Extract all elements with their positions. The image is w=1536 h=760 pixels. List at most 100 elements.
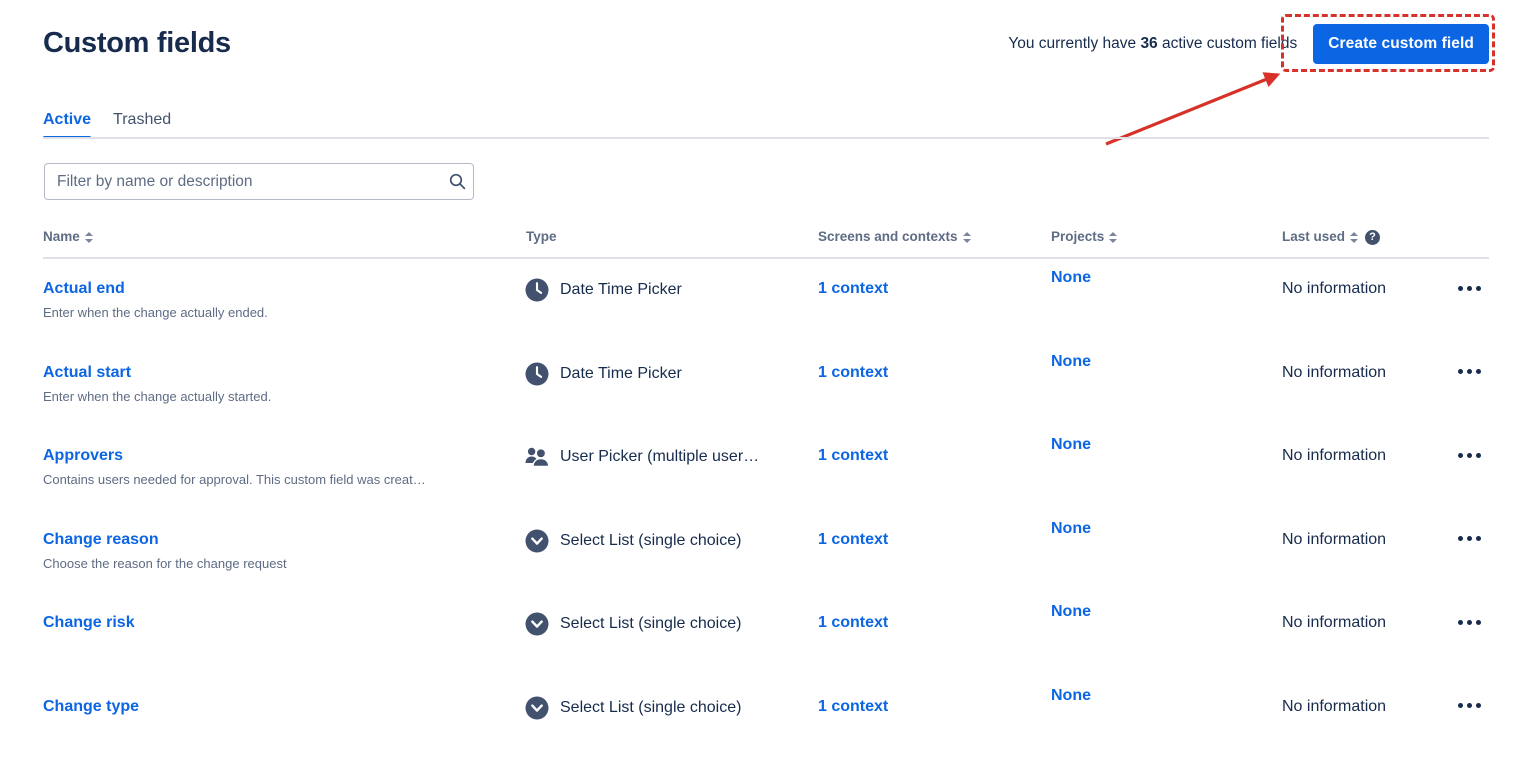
- column-header-screens-label: Screens and contexts: [818, 228, 958, 246]
- custom-fields-table: Name Type Screens and contexts Projects …: [43, 228, 1489, 760]
- count-prefix: You currently have: [1008, 35, 1140, 52]
- last-used-value: No information: [1282, 447, 1386, 464]
- cell-projects: None: [1051, 268, 1271, 288]
- cell-name: Actual start Enter when the change actual…: [43, 363, 513, 406]
- tab-bar: Active Trashed: [43, 105, 171, 139]
- search-input[interactable]: [45, 164, 441, 199]
- projects-link[interactable]: None: [1051, 603, 1091, 620]
- cell-screens-and-contexts: 1 context: [818, 613, 1038, 633]
- cell-projects: None: [1051, 602, 1271, 622]
- create-custom-field-button[interactable]: Create custom field: [1313, 24, 1489, 64]
- filter-field[interactable]: [44, 163, 474, 200]
- field-type-label: Date Time Picker: [560, 280, 682, 300]
- cell-screens-and-contexts: 1 context: [818, 446, 1038, 466]
- last-used-value: No information: [1282, 614, 1386, 631]
- table-row: Approvers Contains users needed for appro…: [43, 426, 1489, 510]
- more-actions-icon[interactable]: [1452, 440, 1486, 470]
- chevron-down-circle-icon: [524, 611, 550, 637]
- field-description: Contains users needed for approval. This…: [43, 471, 513, 489]
- field-name-link[interactable]: Actual start: [43, 363, 131, 383]
- cell-last-used: No information: [1282, 279, 1472, 299]
- projects-link[interactable]: None: [1051, 436, 1091, 453]
- column-header-type: Type: [526, 228, 557, 246]
- column-header-screens-and-contexts[interactable]: Screens and contexts: [818, 228, 971, 246]
- table-row: Change risk Select List (single choice) 1 …: [43, 593, 1489, 677]
- cell-actions: [1452, 607, 1492, 637]
- contexts-link[interactable]: 1 context: [818, 447, 888, 464]
- tab-active[interactable]: Active: [43, 110, 91, 139]
- table-row: Actual end Enter when the change actually…: [43, 259, 1489, 343]
- clock-icon: [524, 361, 550, 387]
- cell-name: Change risk: [43, 613, 513, 633]
- column-header-name[interactable]: Name: [43, 228, 93, 246]
- table-body: Actual end Enter when the change actually…: [43, 259, 1489, 760]
- last-used-value: No information: [1282, 364, 1386, 381]
- cell-projects: None: [1051, 686, 1271, 706]
- field-name-link[interactable]: Approvers: [43, 446, 123, 466]
- sort-arrows-icon: [1109, 231, 1117, 244]
- contexts-link[interactable]: 1 context: [818, 614, 888, 631]
- cell-actions: [1452, 440, 1492, 470]
- cell-last-used: No information: [1282, 613, 1472, 633]
- more-actions-icon[interactable]: [1452, 524, 1486, 554]
- table-header-row: Name Type Screens and contexts Projects …: [43, 228, 1489, 259]
- more-actions-icon[interactable]: [1452, 357, 1486, 387]
- cell-name: Change type: [43, 697, 513, 717]
- more-actions-icon[interactable]: [1452, 607, 1486, 637]
- column-header-name-label: Name: [43, 228, 80, 246]
- table-row: Change reason Choose the reason for the c…: [43, 510, 1489, 594]
- field-type-label: Select List (single choice): [560, 614, 741, 634]
- users-icon: [524, 444, 550, 470]
- cell-projects: None: [1051, 352, 1271, 372]
- cell-projects: None: [1051, 519, 1271, 539]
- field-description: Enter when the change actually ended.: [43, 304, 513, 322]
- field-name-link[interactable]: Actual end: [43, 279, 125, 299]
- last-used-value: No information: [1282, 531, 1386, 548]
- field-description: Enter when the change actually started.: [43, 388, 513, 406]
- field-name-link[interactable]: Change risk: [43, 613, 135, 633]
- last-used-value: No information: [1282, 280, 1386, 297]
- field-name-link[interactable]: Change reason: [43, 530, 159, 550]
- projects-link[interactable]: None: [1051, 687, 1091, 704]
- cell-last-used: No information: [1282, 697, 1472, 717]
- projects-link[interactable]: None: [1051, 353, 1091, 370]
- help-icon[interactable]: ?: [1365, 230, 1380, 245]
- contexts-link[interactable]: 1 context: [818, 698, 888, 715]
- field-type-label: Select List (single choice): [560, 698, 741, 718]
- count-value: 36: [1140, 35, 1157, 52]
- last-used-value: No information: [1282, 698, 1386, 715]
- cell-type: Select List (single choice): [524, 695, 809, 721]
- column-header-last-used[interactable]: Last used ?: [1282, 228, 1380, 246]
- more-actions-icon[interactable]: [1452, 273, 1486, 303]
- cell-actions: [1452, 273, 1492, 303]
- cell-actions: [1452, 357, 1492, 387]
- header-actions: You currently have 36 active custom fiel…: [1008, 24, 1489, 64]
- custom-fields-page: Custom fields You currently have 36 acti…: [0, 0, 1536, 713]
- contexts-link[interactable]: 1 context: [818, 280, 888, 297]
- more-actions-icon[interactable]: [1452, 691, 1486, 721]
- projects-link[interactable]: None: [1051, 269, 1091, 286]
- sort-arrows-icon: [1350, 231, 1358, 244]
- field-description: Choose the reason for the change request: [43, 555, 513, 573]
- tab-trashed[interactable]: Trashed: [113, 110, 171, 139]
- sort-arrows-icon: [85, 231, 93, 244]
- cell-projects: None: [1051, 435, 1271, 455]
- contexts-link[interactable]: 1 context: [818, 364, 888, 381]
- chevron-down-circle-icon: [524, 695, 550, 721]
- column-header-projects[interactable]: Projects: [1051, 228, 1117, 246]
- cell-name: Approvers Contains users needed for appro…: [43, 446, 513, 489]
- sort-arrows-icon: [963, 231, 971, 244]
- cell-last-used: No information: [1282, 363, 1472, 383]
- cell-type: Select List (single choice): [524, 528, 809, 554]
- cell-type: Date Time Picker: [524, 277, 809, 303]
- cell-screens-and-contexts: 1 context: [818, 530, 1038, 550]
- field-name-link[interactable]: Change type: [43, 697, 139, 717]
- chevron-down-circle-icon: [524, 528, 550, 554]
- search-icon[interactable]: [441, 173, 473, 190]
- cell-type: Date Time Picker: [524, 361, 809, 387]
- projects-link[interactable]: None: [1051, 520, 1091, 537]
- column-header-type-label: Type: [526, 228, 557, 246]
- cell-last-used: No information: [1282, 446, 1472, 466]
- cell-name: Change reason Choose the reason for the c…: [43, 530, 513, 573]
- contexts-link[interactable]: 1 context: [818, 531, 888, 548]
